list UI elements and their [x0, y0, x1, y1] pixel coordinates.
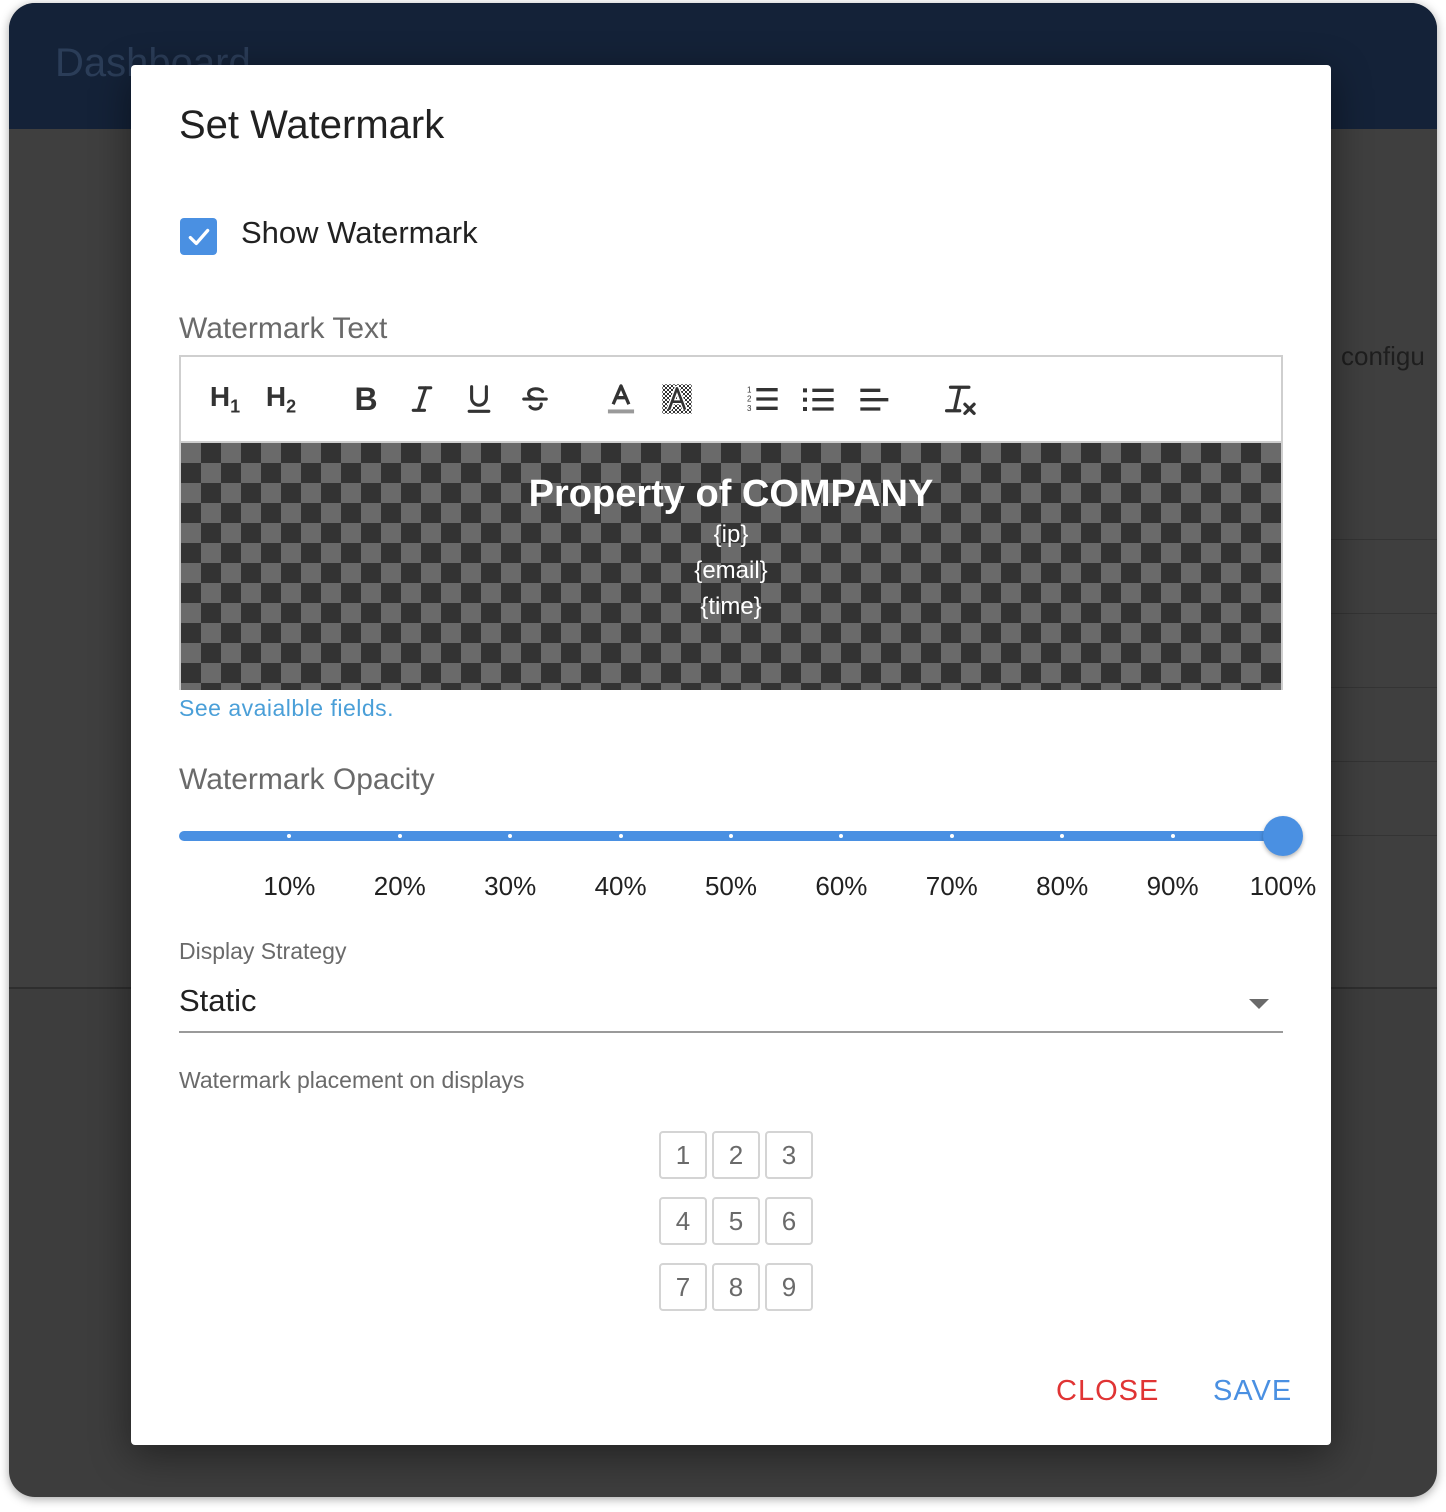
placement-cell-1[interactable]: 1 [659, 1131, 707, 1179]
opacity-step-dot [839, 834, 844, 838]
svg-text:1: 1 [747, 385, 752, 394]
background-row-divider [1329, 613, 1437, 614]
bold-icon: B [354, 380, 378, 417]
dialog-title: Set Watermark [179, 103, 445, 147]
watermark-time-field: {time} [700, 593, 762, 620]
svg-text:3: 3 [747, 404, 752, 413]
ordered-list-button[interactable]: 1 2 3 [743, 379, 783, 419]
watermark-opacity-label: Watermark Opacity [179, 763, 435, 796]
opacity-slider-thumb[interactable] [1263, 816, 1303, 856]
watermark-title-text: Property of COMPANY [528, 473, 934, 515]
opacity-tick-label: 70% [925, 871, 978, 901]
placement-cell-2[interactable]: 2 [712, 1131, 760, 1179]
display-strategy-label: Display Strategy [179, 938, 347, 964]
highlight-color-icon [662, 384, 692, 414]
text-color-icon [607, 384, 635, 414]
watermark-email-field: {email} [694, 557, 768, 584]
check-icon [188, 228, 209, 245]
watermark-text-editor[interactable]: H1 H2 B 1 2 3 Property of COMPANY {ip} {… [179, 355, 1283, 690]
svg-text:2: 2 [747, 395, 752, 404]
heading-1-icon: H1 [209, 380, 241, 417]
heading-2-button[interactable]: H2 [261, 379, 301, 419]
background-config-text: configu [1341, 341, 1425, 371]
display-strategy-select[interactable]: Static [179, 975, 1283, 1033]
opacity-tick-label: 100% [1249, 871, 1317, 901]
show-watermark-label[interactable]: Show Watermark [241, 215, 478, 251]
italic-icon [411, 386, 433, 412]
opacity-step-dot [1060, 834, 1065, 838]
opacity-tick-label: 40% [594, 871, 647, 901]
opacity-slider-track[interactable] [179, 831, 1283, 841]
opacity-tick-label: 80% [1036, 871, 1089, 901]
strikethrough-button[interactable] [515, 379, 555, 419]
ordered-list-icon: 1 2 3 [747, 385, 778, 413]
clear-formatting-icon [944, 385, 976, 416]
opacity-step-dot [1170, 834, 1175, 838]
strikethrough-icon [522, 387, 548, 411]
opacity-step-dot [618, 834, 623, 838]
align-left-button[interactable] [855, 379, 895, 419]
heading-2-icon: H2 [265, 380, 297, 417]
close-button[interactable]: CLOSE [1056, 1375, 1159, 1408]
opacity-tick-label: 90% [1146, 871, 1199, 901]
placement-cell-8[interactable]: 8 [712, 1263, 760, 1311]
heading-1-button[interactable]: H1 [205, 379, 245, 419]
opacity-tick-label: 10% [263, 871, 316, 901]
watermark-ip-field: {ip} [713, 521, 749, 548]
italic-button[interactable] [402, 379, 442, 419]
set-watermark-dialog: Set Watermark Show Watermark Watermark T… [131, 65, 1331, 1445]
bullet-list-icon [803, 388, 834, 411]
background-row-divider [1329, 761, 1437, 762]
watermark-text-label: Watermark Text [179, 312, 388, 345]
see-available-fields-link[interactable]: See avaialble fields. [179, 695, 394, 722]
placement-cell-7[interactable]: 7 [659, 1263, 707, 1311]
watermark-text-content[interactable]: Property of COMPANY {ip} {email} {time} [181, 443, 1281, 690]
placement-cell-5[interactable]: 5 [712, 1197, 760, 1245]
opacity-tick-label: 30% [484, 871, 537, 901]
background-row-divider [1329, 687, 1437, 688]
bullet-list-button[interactable] [799, 379, 839, 419]
bold-button[interactable]: B [346, 379, 386, 419]
placement-label: Watermark placement on displays [179, 1067, 525, 1093]
opacity-step-dot [287, 834, 292, 838]
background-row-divider [1329, 835, 1437, 836]
opacity-tick-label: 20% [373, 871, 426, 901]
underline-icon [467, 385, 491, 413]
opacity-step-dot [508, 834, 513, 838]
placement-cell-3[interactable]: 3 [765, 1131, 813, 1179]
clear-formatting-button[interactable] [941, 379, 981, 419]
align-left-icon [860, 388, 889, 411]
opacity-step-dot [397, 834, 402, 838]
opacity-step-dot [729, 834, 733, 838]
dropdown-arrow-icon [1249, 999, 1269, 1009]
opacity-tick-label: 50% [704, 871, 758, 901]
text-color-button[interactable] [601, 379, 641, 419]
placement-cell-6[interactable]: 6 [765, 1197, 813, 1245]
editor-toolbar: H1 H2 B 1 2 3 [181, 357, 1281, 443]
underline-button[interactable] [459, 379, 499, 419]
background-row-divider [1329, 539, 1437, 540]
display-strategy-value: Static [179, 983, 257, 1018]
opacity-tick-label: 60% [815, 871, 868, 901]
opacity-step-dot [949, 834, 954, 838]
placement-cell-4[interactable]: 4 [659, 1197, 707, 1245]
save-button[interactable]: SAVE [1213, 1375, 1292, 1408]
highlight-color-button[interactable] [657, 379, 697, 419]
placement-cell-9[interactable]: 9 [765, 1263, 813, 1311]
show-watermark-checkbox[interactable] [180, 218, 217, 255]
